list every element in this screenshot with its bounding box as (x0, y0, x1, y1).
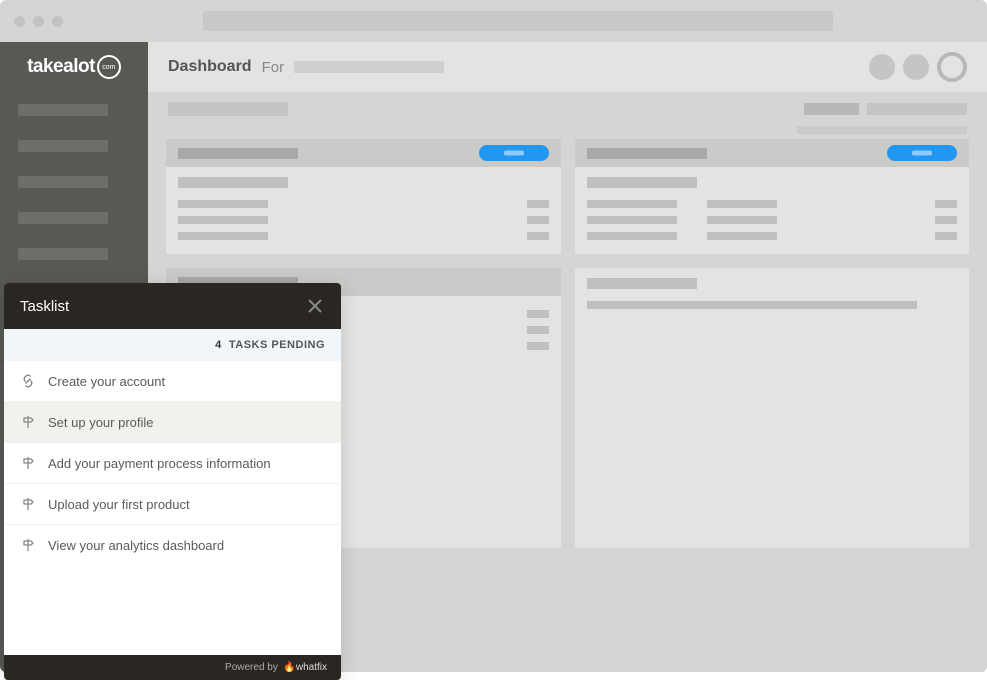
placeholder-bar (178, 216, 268, 224)
placeholder-bar (294, 61, 444, 73)
placeholder-bar (18, 248, 108, 260)
placeholder-bar (178, 177, 288, 188)
tasklist-spacer (4, 565, 341, 655)
sidebar-item[interactable] (0, 128, 148, 164)
signpost-icon (20, 455, 36, 471)
page-header: Dashboard For (148, 42, 987, 92)
tasklist-header: Tasklist (4, 283, 341, 329)
subheader (148, 92, 987, 139)
pending-label: TASKS PENDING (229, 339, 325, 351)
card-header (575, 139, 970, 167)
placeholder-bar (804, 103, 859, 115)
avatar[interactable] (869, 54, 895, 80)
signpost-icon (20, 496, 36, 512)
cards-row (148, 139, 987, 254)
card-header (166, 139, 561, 167)
placeholder-bar (935, 216, 957, 224)
pending-count: 4 (215, 339, 222, 351)
tasklist-items: Create your account Set up your profile Ad… (4, 361, 341, 565)
card (575, 268, 970, 548)
task-label: View your analytics dashboard (48, 538, 224, 553)
placeholder-bar (587, 278, 697, 289)
task-label: Upload your first product (48, 497, 190, 512)
placeholder-bar (527, 200, 549, 208)
sidebar-item[interactable] (0, 200, 148, 236)
window-dot[interactable] (33, 16, 44, 27)
page-title: Dashboard (168, 58, 252, 76)
placeholder-bar (707, 200, 777, 208)
tasklist-footer: Powered by 🔥whatfix (4, 655, 341, 680)
task-label: Set up your profile (48, 415, 154, 430)
sidebar-item[interactable] (0, 92, 148, 128)
placeholder-bar (18, 176, 108, 188)
footer-brand: whatfix (296, 662, 327, 673)
logo-suffix: com (97, 55, 121, 79)
link-icon (20, 373, 36, 389)
flame-icon: 🔥 (281, 662, 296, 673)
signpost-icon (20, 537, 36, 553)
window-controls (14, 16, 63, 27)
placeholder-bar (527, 326, 549, 334)
placeholder-bar (587, 216, 677, 224)
card (575, 139, 970, 254)
task-label: Create your account (48, 374, 165, 389)
placeholder-bar (178, 148, 298, 159)
task-label: Add your payment process information (48, 456, 271, 471)
sidebar-item[interactable] (0, 236, 148, 272)
window-dot[interactable] (14, 16, 25, 27)
placeholder-bar (867, 103, 967, 115)
page-subtitle: For (262, 59, 285, 76)
placeholder-bar (587, 148, 707, 159)
header-right (869, 52, 967, 82)
placeholder-bar (18, 104, 108, 116)
logo-text: takealot (27, 56, 95, 78)
task-item[interactable]: Upload your first product (4, 484, 341, 525)
placeholder-bar (935, 200, 957, 208)
placeholder-bar (797, 126, 967, 134)
placeholder-bar (527, 232, 549, 240)
placeholder-bar (527, 310, 549, 318)
task-item[interactable]: Set up your profile (4, 402, 341, 443)
placeholder-bar (587, 232, 677, 240)
placeholder-bar (707, 232, 777, 240)
placeholder-bar (935, 232, 957, 240)
signpost-icon (20, 414, 36, 430)
placeholder-bar (168, 102, 288, 116)
placeholder-bar (587, 177, 697, 188)
placeholder-bar (18, 140, 108, 152)
tasklist-modal: Tasklist 4 TASKS PENDING Create your acc… (4, 283, 341, 680)
card (166, 139, 561, 254)
action-pill[interactable] (479, 145, 549, 161)
placeholder-bar (587, 301, 917, 309)
sidebar-item[interactable] (0, 164, 148, 200)
placeholder-bar (178, 232, 268, 240)
placeholder-bar (527, 342, 549, 350)
current-avatar[interactable] (937, 52, 967, 82)
placeholder-bar (527, 216, 549, 224)
task-item[interactable]: Add your payment process information (4, 443, 341, 484)
logo: takealotcom (0, 42, 148, 92)
window-frame (0, 0, 987, 42)
close-icon[interactable] (305, 296, 325, 316)
tasklist-status: 4 TASKS PENDING (4, 329, 341, 361)
url-bar[interactable] (203, 11, 833, 31)
placeholder-bar (707, 216, 777, 224)
avatar[interactable] (903, 54, 929, 80)
task-item[interactable]: View your analytics dashboard (4, 525, 341, 565)
task-item[interactable]: Create your account (4, 361, 341, 402)
tasklist-title: Tasklist (20, 298, 69, 315)
placeholder-bar (178, 200, 268, 208)
footer-prefix: Powered by (225, 662, 278, 673)
placeholder-bar (587, 200, 677, 208)
window-dot[interactable] (52, 16, 63, 27)
placeholder-bar (18, 212, 108, 224)
action-pill[interactable] (887, 145, 957, 161)
